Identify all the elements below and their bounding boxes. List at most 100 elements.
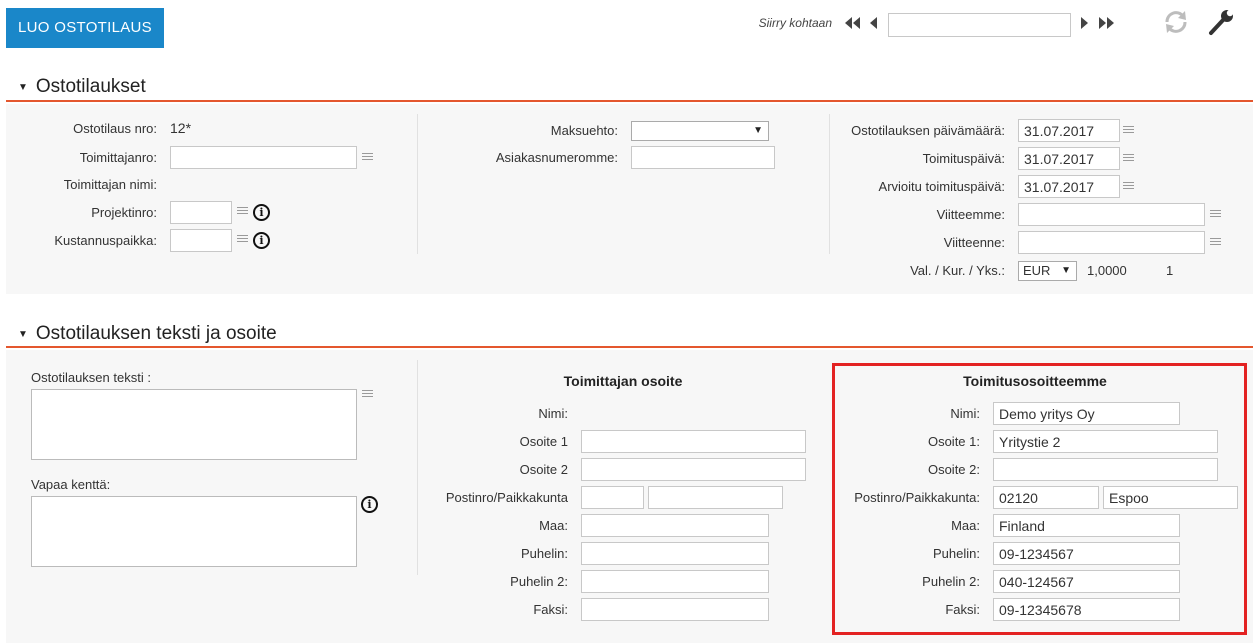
project-no-input[interactable]	[170, 201, 232, 224]
list-icon[interactable]	[362, 153, 373, 162]
delivery-country-label: Maa:	[951, 518, 980, 533]
exchange-rate-value: 1,0000	[1087, 263, 1127, 278]
delivery-fax-label: Faksi:	[945, 602, 980, 617]
supplier-address2-input[interactable]	[581, 458, 806, 481]
delivery-phone-label: Puhelin:	[933, 546, 980, 561]
section-rule	[6, 346, 1253, 348]
chevron-right-icon[interactable]	[1078, 15, 1090, 31]
order-no-value: 12*	[170, 120, 192, 136]
order-date-label: Ostotilauksen päivämäärä:	[851, 123, 1005, 138]
dropdown-arrow-icon: ▼	[753, 125, 763, 136]
list-icon[interactable]	[1210, 238, 1221, 247]
section-texts-title-text: Ostotilauksen teksti ja osoite	[35, 323, 277, 344]
supplier-country-label: Maa:	[539, 518, 568, 533]
currency-value: EUR	[1023, 263, 1051, 278]
delivery-address2-input[interactable]	[993, 458, 1218, 481]
list-icon[interactable]	[237, 235, 248, 244]
calendar-list-icon[interactable]	[1123, 182, 1134, 191]
delivery-fax-input[interactable]	[993, 598, 1180, 621]
delivery-date-label: Toimituspäivä:	[922, 151, 1005, 166]
list-icon[interactable]	[237, 207, 248, 216]
delivery-phone2-input[interactable]	[993, 570, 1180, 593]
delivery-name-label: Nimi:	[950, 406, 980, 421]
supplier-phone2-input[interactable]	[581, 570, 769, 593]
list-icon[interactable]	[362, 390, 373, 399]
column-divider	[417, 360, 418, 575]
delivery-city-input[interactable]	[1103, 486, 1238, 509]
delivery-phone2-label: Puhelin 2:	[922, 574, 980, 589]
our-ref-label: Viitteemme:	[936, 207, 1005, 222]
supplier-address1-input[interactable]	[581, 430, 806, 453]
create-order-button[interactable]: LUO OSTOTILAUS	[6, 8, 164, 48]
unit-value: 1	[1166, 263, 1174, 278]
your-ref-input[interactable]	[1018, 231, 1205, 254]
delivery-country-input[interactable]	[993, 514, 1180, 537]
estimated-date-label: Arvioitu toimituspäivä:	[878, 179, 1005, 194]
section-orders-title[interactable]: ▼ Ostotilaukset	[18, 76, 146, 98]
supplier-no-label: Toimittajanro:	[79, 150, 157, 165]
delivery-address1-input[interactable]	[993, 430, 1218, 453]
supplier-postal-label: Postinro/Paikkakunta	[445, 490, 568, 505]
refresh-icon[interactable]	[1162, 8, 1190, 36]
double-chevron-left-icon[interactable]	[843, 15, 863, 31]
customer-no-label: Asiakasnumeromme:	[495, 150, 618, 165]
cost-center-label: Kustannuspaikka:	[54, 233, 157, 248]
payment-terms-select[interactable]: ▼	[631, 121, 769, 141]
delivery-address-title: Toimitusosoitteemme	[963, 373, 1107, 389]
cost-center-input[interactable]	[170, 229, 232, 252]
supplier-fax-input[interactable]	[581, 598, 769, 621]
supplier-address1-label: Osoite 1	[519, 434, 568, 449]
supplier-name-label: Toimittajan nimi:	[63, 177, 157, 192]
delivery-date-input[interactable]	[1018, 147, 1120, 170]
supplier-city-input[interactable]	[648, 486, 783, 509]
section-texts-title[interactable]: ▼ Ostotilauksen teksti ja osoite	[18, 323, 277, 345]
supplier-address-title: Toimittajan osoite	[563, 373, 683, 389]
calendar-list-icon[interactable]	[1123, 154, 1134, 163]
chevron-left-icon[interactable]	[868, 15, 880, 31]
delivery-postal-input[interactable]	[993, 486, 1099, 509]
goto-input[interactable]	[888, 13, 1071, 37]
delivery-phone-input[interactable]	[993, 542, 1180, 565]
supplier-phone-label: Puhelin:	[521, 546, 568, 561]
supplier-country-input[interactable]	[581, 514, 769, 537]
column-divider	[829, 114, 830, 254]
currency-label: Val. / Kur. / Yks.:	[910, 263, 1005, 278]
column-divider	[417, 114, 418, 254]
list-icon[interactable]	[1210, 210, 1221, 219]
order-no-label: Ostotilaus nro:	[73, 121, 157, 136]
delivery-address1-label: Osoite 1:	[927, 434, 980, 449]
currency-select[interactable]: EUR ▼	[1018, 261, 1077, 281]
info-icon[interactable]: i	[253, 232, 270, 249]
delivery-address2-label: Osoite 2:	[927, 462, 980, 477]
supplier-postal-input[interactable]	[581, 486, 644, 509]
your-ref-label: Viitteenne:	[943, 235, 1005, 250]
supplier-fax-label: Faksi:	[533, 602, 568, 617]
supplier-no-input[interactable]	[170, 146, 357, 169]
double-chevron-right-icon[interactable]	[1096, 15, 1116, 31]
supplier-name-label: Nimi:	[538, 406, 568, 421]
payment-terms-label: Maksuehto:	[550, 123, 618, 138]
calendar-list-icon[interactable]	[1123, 126, 1134, 135]
free-field-label: Vapaa kenttä:	[31, 477, 111, 492]
section-rule	[6, 100, 1253, 102]
collapse-triangle-icon: ▼	[18, 329, 28, 340]
supplier-phone-input[interactable]	[581, 542, 769, 565]
info-icon[interactable]: i	[361, 496, 378, 513]
order-text-area[interactable]	[31, 389, 357, 460]
dropdown-arrow-icon: ▼	[1061, 265, 1071, 276]
order-text-label: Ostotilauksen teksti :	[31, 370, 151, 385]
project-no-label: Projektinro:	[91, 205, 157, 220]
estimated-date-input[interactable]	[1018, 175, 1120, 198]
collapse-triangle-icon: ▼	[18, 82, 28, 93]
goto-label: Siirry kohtaan	[758, 16, 832, 30]
delivery-name-input[interactable]	[993, 402, 1180, 425]
wrench-icon[interactable]	[1206, 7, 1236, 37]
free-field-area[interactable]	[31, 496, 357, 567]
our-ref-input[interactable]	[1018, 203, 1205, 226]
info-icon[interactable]: i	[253, 204, 270, 221]
customer-no-input[interactable]	[631, 146, 775, 169]
delivery-postal-label: Postinro/Paikkakunta:	[854, 490, 980, 505]
order-date-input[interactable]	[1018, 119, 1120, 142]
section-orders-title-text: Ostotilaukset	[35, 76, 146, 97]
supplier-phone2-label: Puhelin 2:	[510, 574, 568, 589]
